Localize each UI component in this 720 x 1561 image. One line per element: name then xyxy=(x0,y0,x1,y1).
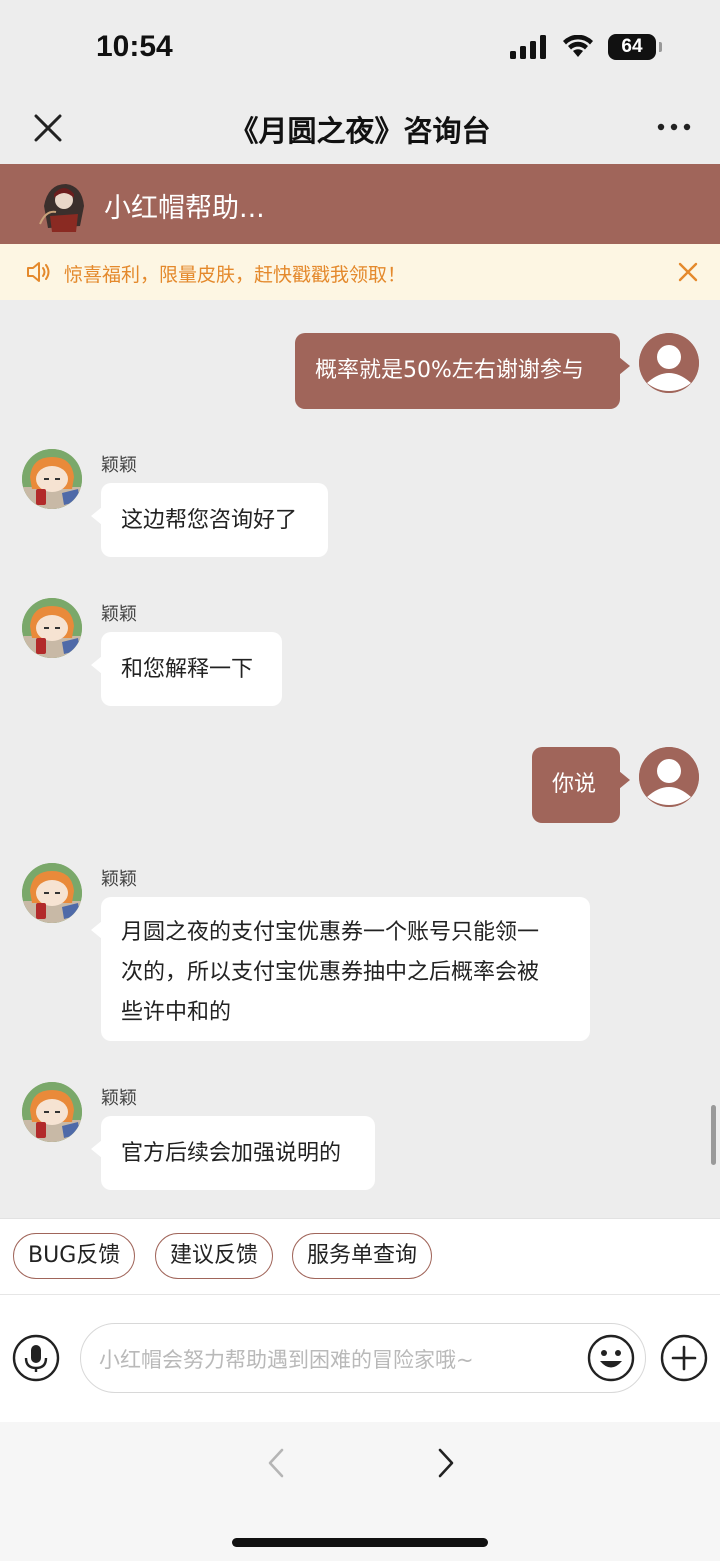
home-indicator[interactable] xyxy=(232,1538,488,1547)
input-placeholder: 小红帽会努力帮助遇到困难的冒险家哦~ xyxy=(99,1348,474,1372)
banner-title: 小红帽帮助... xyxy=(104,193,265,224)
sender-name: 颖颖 xyxy=(101,604,137,625)
page-title: 《月圆之夜》咨询台 xyxy=(229,114,491,148)
user-avatar[interactable] xyxy=(639,333,699,393)
message-bubble-in[interactable]: 官方后续会加强说明的 xyxy=(91,1116,375,1190)
agent-avatar-image xyxy=(22,1082,82,1142)
speaker-icon xyxy=(27,262,50,282)
message-text: 你说 xyxy=(552,772,597,797)
message-text-line: 次的，所以支付宝优惠券抽中之后概率会被 xyxy=(121,960,540,985)
quick-replies: BUG反馈 建议反馈 服务单查询 xyxy=(0,1218,720,1294)
status-time: 10:54 xyxy=(96,30,173,63)
agent-avatar[interactable] xyxy=(22,1082,82,1142)
user-avatar[interactable] xyxy=(639,747,699,807)
message-text: 概率就是50%左右谢谢参与 xyxy=(315,358,584,383)
message-text-line: 月圆之夜的支付宝优惠券一个账号只能领一 xyxy=(121,920,540,945)
nav-bar: 《月圆之夜》咨询台 xyxy=(0,96,720,164)
sender-name: 颖颖 xyxy=(101,455,137,476)
agent-avatar-image xyxy=(22,863,82,923)
notice-close-icon[interactable] xyxy=(678,262,698,282)
quick-reply-service-order[interactable]: 服务单查询 xyxy=(292,1233,433,1279)
emoji-icon[interactable] xyxy=(587,1334,635,1382)
message-bubble-in[interactable]: 这边帮您咨询好了 xyxy=(91,483,328,557)
message-bubble-out[interactable]: 概率就是50%左右谢谢参与 xyxy=(295,333,630,409)
message-text: 这边帮您咨询好了 xyxy=(121,508,298,533)
agent-avatar[interactable] xyxy=(22,863,82,923)
agent-avatar-image xyxy=(22,598,82,658)
microphone-icon[interactable] xyxy=(12,1334,60,1382)
more-icon[interactable] xyxy=(656,114,692,140)
notice-text: 惊喜福利，限量皮肤，赶快戳戳我领取！ xyxy=(64,264,407,286)
browser-toolbar xyxy=(0,1422,720,1561)
chat-area[interactable]: 概率就是50%左右谢谢参与 颖颖 这边帮您咨询好了 颖颖 和您解释一下 你说 颖… xyxy=(0,300,720,1218)
agent-avatar[interactable] xyxy=(22,598,82,658)
input-bar: 小红帽会努力帮助遇到困难的冒险家哦~ xyxy=(0,1294,720,1422)
notice-bar[interactable]: 惊喜福利，限量皮肤，赶快戳戳我领取！ xyxy=(0,244,720,300)
battery-icon: 64 xyxy=(608,34,662,60)
quick-reply-bug-feedback[interactable]: BUG反馈 xyxy=(13,1233,136,1279)
sender-name: 颖颖 xyxy=(101,1088,137,1109)
message-bubble-in[interactable]: 和您解释一下 xyxy=(91,632,282,706)
quick-reply-suggestion[interactable]: 建议反馈 xyxy=(155,1233,274,1279)
brand-banner[interactable]: 小红帽帮助... xyxy=(0,164,720,244)
message-input[interactable]: 小红帽会努力帮助遇到困难的冒险家哦~ xyxy=(80,1323,646,1393)
agent-avatar[interactable] xyxy=(22,449,82,509)
sender-name: 颖颖 xyxy=(101,869,137,890)
brand-avatar xyxy=(39,184,84,232)
user-avatar-icon xyxy=(639,333,699,393)
scrollbar[interactable] xyxy=(711,1105,716,1165)
message-text: 官方后续会加强说明的 xyxy=(121,1141,342,1166)
back-arrow-icon[interactable] xyxy=(262,1446,290,1480)
add-icon[interactable] xyxy=(660,1334,708,1382)
forward-arrow-icon[interactable] xyxy=(432,1446,460,1480)
status-bar: 10:54 64 xyxy=(0,0,720,96)
agent-avatar-image xyxy=(22,449,82,509)
signal-icon xyxy=(510,35,546,59)
message-bubble-in[interactable]: 月圆之夜的支付宝优惠券一个账号只能领一 次的，所以支付宝优惠券抽中之后概率会被 … xyxy=(91,897,590,1041)
status-icons: 64 xyxy=(510,34,662,60)
message-bubble-out[interactable]: 你说 xyxy=(532,747,630,823)
message-text: 和您解释一下 xyxy=(121,657,254,682)
message-text-line: 些许中和的 xyxy=(121,1000,232,1025)
wifi-icon xyxy=(563,35,593,57)
user-avatar-icon xyxy=(639,747,699,807)
